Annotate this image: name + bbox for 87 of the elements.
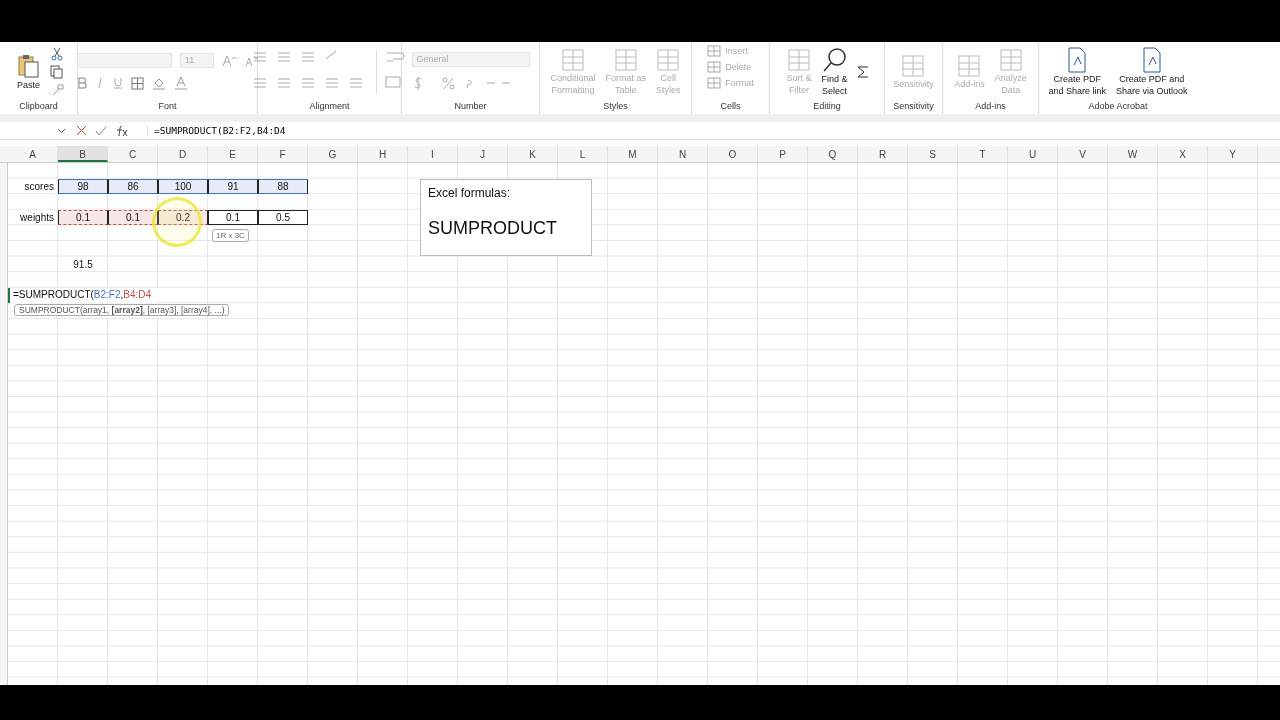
underline-icon[interactable] <box>113 77 123 89</box>
group-label: Clipboard <box>19 101 58 113</box>
sum-icon[interactable] <box>855 64 870 79</box>
column-header[interactable]: F <box>258 146 308 162</box>
column-header[interactable]: P <box>758 146 808 162</box>
column-header[interactable]: S <box>908 146 958 162</box>
column-header[interactable]: Q <box>808 146 858 162</box>
column-header[interactable]: O <box>708 146 758 162</box>
table-cell: 100 <box>158 178 208 195</box>
scissors-icon[interactable] <box>49 46 64 61</box>
column-header[interactable]: M <box>608 146 658 162</box>
shrink-font-icon[interactable] <box>244 54 258 67</box>
group-label: Font <box>158 101 177 113</box>
table-cell-text: 91.5 <box>72 257 94 272</box>
table-cell: 88 <box>258 178 308 195</box>
column-header[interactable]: N <box>658 146 708 162</box>
table-icon <box>707 45 722 57</box>
column-header[interactable]: C <box>108 146 158 162</box>
bold-icon[interactable] <box>77 77 87 89</box>
function-tooltip: SUMPRODUCT(array1, [array2], [array3], [array4], ...) <box>14 304 230 316</box>
formula-field[interactable]: =SUMPRODUCT(B2:F2,B4:D4 <box>147 125 286 136</box>
fill-color-icon[interactable] <box>152 76 166 90</box>
group-label: Cells <box>720 101 741 113</box>
column-header[interactable]: T <box>958 146 1008 162</box>
column-header[interactable]: I <box>408 146 458 162</box>
column-header[interactable]: D <box>158 146 208 162</box>
borders-icon[interactable] <box>131 76 144 90</box>
formula-input[interactable]: =SUMPRODUCT(B2:F2,B4:D4 <box>8 287 158 304</box>
ribbon-button[interactable]: Find & Select <box>819 45 850 98</box>
table-icon <box>707 77 722 89</box>
group-label: Number <box>454 101 487 113</box>
chevron-icon <box>57 127 66 134</box>
copy-icon[interactable] <box>49 64 64 79</box>
column-header[interactable]: V <box>1058 146 1108 162</box>
table-cell: 86 <box>108 178 158 195</box>
column-header[interactable]: L <box>558 146 608 162</box>
group-label: Add-ins <box>975 101 1006 113</box>
grid-icon <box>787 47 811 72</box>
cancel-icon[interactable] <box>76 125 87 136</box>
text-box-body: SUMPRODUCT <box>428 218 558 239</box>
column-header[interactable]: X <box>1158 146 1208 162</box>
search-icon <box>821 46 848 73</box>
column-header[interactable]: K <box>508 146 558 162</box>
font-color-icon[interactable] <box>174 76 188 90</box>
grid-icon <box>656 47 681 72</box>
group-label: Styles <box>603 101 628 113</box>
group-label: Adobe Acrobat <box>1088 101 1148 113</box>
column-header[interactable]: J <box>458 146 508 162</box>
table-icon <box>707 61 722 73</box>
group-label: Editing <box>813 101 841 113</box>
document-icon <box>1140 46 1163 73</box>
table-cell-text: scores <box>23 179 55 194</box>
table-cell: 0.1 <box>58 209 108 226</box>
column-header[interactable]: B <box>58 146 108 162</box>
paste-button[interactable]: Paste <box>13 51 44 92</box>
grid-icon <box>998 47 1023 72</box>
column-header[interactable]: W <box>1108 146 1158 162</box>
text-box-title: Excel formulas: <box>428 186 512 200</box>
table-cell: 98 <box>58 178 108 195</box>
grid-icon <box>613 47 638 72</box>
table-cell-text: weights <box>19 210 55 225</box>
text-box[interactable]: Excel formulas: SUMPRODUCT <box>420 179 592 256</box>
grid-icon <box>901 53 926 78</box>
column-header[interactable]: E <box>208 146 258 162</box>
document-icon <box>1066 46 1089 73</box>
grid-icon <box>957 53 982 78</box>
group-label: Alignment <box>309 101 350 113</box>
group-label: Sensitivity <box>893 101 934 113</box>
column-header[interactable]: H <box>358 146 408 162</box>
grid-icon <box>561 47 585 72</box>
table-cell: 0.5 <box>258 209 308 226</box>
italic-icon[interactable] <box>95 77 105 89</box>
ribbon-button[interactable]: Create PDF and Share link <box>1046 45 1108 98</box>
column-header[interactable]: G <box>308 146 358 162</box>
column-header[interactable]: Y <box>1208 146 1258 162</box>
table-cell: 0.1 <box>208 209 258 226</box>
size-tooltip: 1R x 3C <box>212 229 249 242</box>
cursor-highlight <box>152 197 202 247</box>
ribbon-button[interactable]: Create PDF and Share via Outlook <box>1114 45 1190 98</box>
check-icon[interactable] <box>95 125 107 136</box>
font-name-field[interactable] <box>77 53 172 68</box>
grow-font-icon[interactable] <box>222 54 236 67</box>
column-header[interactable]: U <box>1008 146 1058 162</box>
clipboard-icon <box>15 52 42 79</box>
column-header[interactable]: R <box>858 146 908 162</box>
function-icon[interactable] <box>115 124 129 137</box>
table-cell: 91 <box>208 178 258 195</box>
